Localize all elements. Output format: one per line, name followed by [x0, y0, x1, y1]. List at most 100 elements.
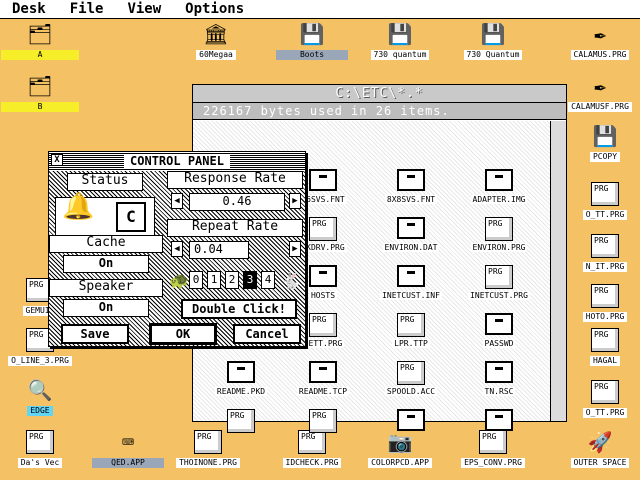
file-item[interactable]: 8X8SVS.FNT	[371, 169, 451, 204]
repeat-left-arrow-icon[interactable]: ◀	[171, 241, 183, 257]
control-panel-titlebar[interactable]: X CONTROL PANEL	[49, 152, 305, 170]
file-item[interactable]	[371, 409, 451, 444]
document-icon	[308, 361, 338, 385]
prg-icon: PRG	[589, 378, 621, 406]
desktop-icon-label: 730 Quantum	[463, 50, 523, 60]
program-icon: PRG	[308, 409, 338, 433]
slow-mouse-icon: 🐢	[169, 271, 189, 290]
speed-digit-4[interactable]: 4	[261, 271, 275, 289]
file-name: HOSTS	[308, 291, 338, 300]
file-name: 8X8SVS.FNT	[384, 195, 438, 204]
file-item[interactable]: README.TCP	[283, 361, 363, 396]
save-button[interactable]: Save	[61, 324, 129, 344]
desktop-icon[interactable]: PRG HAGAL	[565, 326, 640, 366]
close-icon[interactable]: X	[51, 154, 63, 166]
control-panel-body: Status 🔔 C Response Rate ◀ 0.46 ▶ Repeat…	[49, 171, 305, 346]
speaker-toggle[interactable]: On	[63, 299, 149, 317]
vertical-scrollbar[interactable]	[550, 121, 566, 421]
desktop-icon[interactable]: PRG N_IT.PRG	[565, 232, 640, 272]
document-icon	[308, 169, 338, 193]
disk-icon: 💾	[480, 22, 506, 46]
file-item[interactable]: PASSWD	[459, 313, 539, 348]
file-item[interactable]: ADAPTER.IMG	[459, 169, 539, 204]
desktop-icon[interactable]: 🚀 OUTER SPACE	[560, 428, 640, 468]
desktop-icon[interactable]: PRG O_TT.PRG	[565, 180, 640, 220]
speaker-label: Speaker	[49, 279, 163, 297]
speed-digit-2[interactable]: 2	[225, 271, 239, 289]
disk-icon: 💾	[299, 22, 325, 46]
desktop-icon-label: CALAMUSF.PRG	[568, 102, 632, 112]
repeat-rate-value: 0.04	[189, 241, 249, 259]
program-icon: PRG	[484, 265, 514, 289]
response-left-arrow-icon[interactable]: ◀	[171, 193, 183, 209]
speed-digit-3[interactable]: 3	[243, 271, 257, 289]
file-item[interactable]: PRG LPR.TTP	[371, 313, 451, 348]
file-item[interactable]: TN.RSC	[459, 361, 539, 396]
file-item[interactable]	[459, 409, 539, 444]
desktop-icon[interactable]: 💾 Boots	[272, 20, 352, 60]
file-item[interactable]: README.PKD	[201, 361, 281, 396]
speed-digit-0[interactable]: 0	[189, 271, 203, 289]
desktop-icon[interactable]: PRG O_TT.PRG	[565, 378, 640, 418]
window-title[interactable]: C:\ETC\*.*	[193, 85, 566, 103]
menu-view[interactable]: View	[115, 1, 173, 17]
desktop-icon-label: O_TT.PRG	[582, 408, 628, 418]
file-name: INETCUST.PRG	[468, 291, 530, 300]
file-item[interactable]: PRG	[201, 409, 281, 444]
response-right-arrow-icon[interactable]: ▶	[289, 193, 301, 209]
document-icon	[484, 409, 514, 433]
outer-icon: 🚀	[587, 430, 613, 454]
desktop-icon-label: B	[1, 102, 79, 112]
file-item[interactable]: ENVIRON.DAT	[371, 217, 451, 252]
atari-icon: 🏛	[203, 22, 229, 46]
cal-icon: ✒	[593, 22, 607, 46]
file-item[interactable]: INETCUST.INF	[371, 265, 451, 300]
desktop-icon[interactable]: ✒ CALAMUSF.PRG	[560, 72, 640, 112]
desktop-icon-label: O_TT.PRG	[582, 210, 628, 220]
desktop-icon-label: EPS_CONV.PRG	[461, 458, 525, 468]
file-item[interactable]: PRG INETCUST.PRG	[459, 265, 539, 300]
desktop-icon[interactable]: 🗂 A	[0, 20, 80, 60]
ok-button[interactable]: OK	[149, 323, 217, 345]
desktop-icon-label: A	[1, 50, 79, 60]
typewriter-icon: ⌨	[121, 430, 135, 454]
cache-c-icon[interactable]: C	[116, 202, 146, 232]
response-rate-label: Response Rate	[167, 171, 303, 189]
repeat-rate-label: Repeat Rate	[167, 219, 303, 237]
edge-icon: 🔍	[27, 378, 53, 402]
document-icon	[396, 265, 426, 289]
file-name: README.TCP	[296, 387, 350, 396]
desktop-icon[interactable]: ✒ CALAMUS.PRG	[560, 20, 640, 60]
menu-options[interactable]: Options	[173, 1, 256, 17]
desktop-icon[interactable]: 💾 PCOPY	[565, 122, 640, 162]
desktop-icon[interactable]: 🏛 60Megaa	[176, 20, 256, 60]
desktop-icon[interactable]: PRG HOTO.PRG	[565, 282, 640, 322]
desktop-icon[interactable]: PRG Da's Vec	[0, 428, 80, 468]
desktop-icon[interactable]: 💾 730 Quantum	[453, 20, 533, 60]
menu-file[interactable]: File	[58, 1, 116, 17]
desktop-icon[interactable]: 💾 730 quantum	[360, 20, 440, 60]
file-item[interactable]: PRG ENVIRON.PRG	[459, 217, 539, 252]
file-name: SPOOLD.ACC	[384, 387, 438, 396]
cancel-button[interactable]: Cancel	[233, 324, 301, 344]
cache-toggle[interactable]: On	[63, 255, 149, 273]
repeat-right-arrow-icon[interactable]: ▶	[289, 241, 301, 257]
double-click-test-button[interactable]: Double Click!	[181, 299, 297, 319]
program-icon: PRG	[308, 313, 338, 337]
file-item[interactable]: PRG	[283, 409, 363, 444]
file-item[interactable]: PRG SPOOLD.ACC	[371, 361, 451, 396]
document-icon	[396, 217, 426, 241]
document-icon	[484, 313, 514, 337]
file-name: INETCUST.INF	[380, 291, 442, 300]
document-icon	[308, 265, 338, 289]
desktop-icon-label: O_LINE_3.PRG	[8, 356, 72, 366]
floppy-icon: 💾	[592, 124, 618, 148]
desktop-icon[interactable]: 🗂 B	[0, 72, 80, 112]
file-name: TN.RSC	[482, 387, 516, 396]
desktop-icon-label: 60Megaa	[196, 50, 236, 60]
menu-desk[interactable]: Desk	[0, 1, 58, 17]
desktop-icon[interactable]: 🔍 EDGE	[0, 376, 80, 416]
desktop-icon[interactable]: ⌨ QED.APP	[88, 428, 168, 468]
speed-digit-1[interactable]: 1	[207, 271, 221, 289]
bell-icon[interactable]: 🔔	[62, 194, 94, 220]
